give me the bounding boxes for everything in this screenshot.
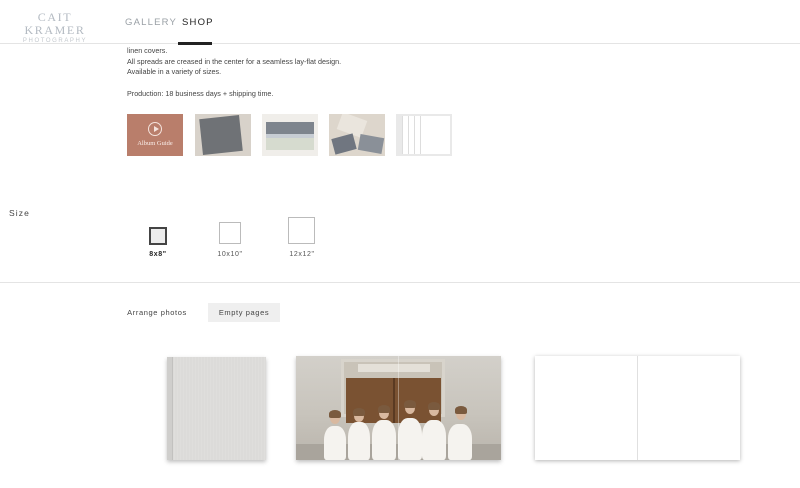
description-line: All spreads are creased in the center fo… (127, 56, 342, 66)
spread-gutter (398, 356, 399, 460)
album-cover-thumbnail[interactable] (195, 114, 251, 156)
album-pages-thumbnail[interactable] (396, 114, 452, 156)
album-guide-label: Album Guide (137, 140, 173, 147)
nav-shop[interactable]: SHOP (182, 17, 214, 28)
description-line: linen covers. (127, 46, 168, 55)
product-description: linen covers. All spreads are creased in… (127, 46, 341, 78)
size-caption: 8x8" (149, 251, 167, 258)
size-swatch[interactable] (288, 217, 315, 244)
spread-gutter (637, 356, 638, 460)
size-caption: 10x10" (217, 251, 243, 258)
album-flatlay-thumbnail[interactable] (329, 114, 385, 156)
nav-active-indicator (178, 42, 212, 45)
site-header: CAIT KRAMER PHOTOGRAPHY GALLERY SHOP (0, 0, 800, 45)
logo-sub-text: PHOTOGRAPHY (22, 38, 88, 44)
size-swatch[interactable] (219, 222, 241, 244)
cover-spine (167, 357, 173, 460)
play-icon (148, 122, 162, 136)
album-cover-preview[interactable] (167, 357, 266, 460)
site-logo[interactable]: CAIT KRAMER PHOTOGRAPHY (9, 11, 101, 45)
section-divider (0, 282, 800, 283)
size-swatch[interactable] (149, 227, 167, 245)
size-label: Size (9, 208, 30, 218)
tab-empty-pages[interactable]: Empty pages (208, 303, 280, 322)
size-caption: 12x12" (289, 251, 315, 258)
empty-spread-preview[interactable] (535, 356, 740, 460)
production-time: Production: 18 business days + shipping … (127, 89, 274, 98)
logo-main-text: CAIT KRAMER (24, 10, 86, 37)
album-guide-thumbnail[interactable]: Album Guide (127, 114, 183, 156)
album-stack-thumbnail[interactable] (262, 114, 318, 156)
tab-arrange-photos[interactable]: Arrange photos (122, 303, 192, 322)
nav-gallery[interactable]: GALLERY (125, 17, 177, 28)
description-line: Available in a variety of sizes. (127, 67, 222, 76)
